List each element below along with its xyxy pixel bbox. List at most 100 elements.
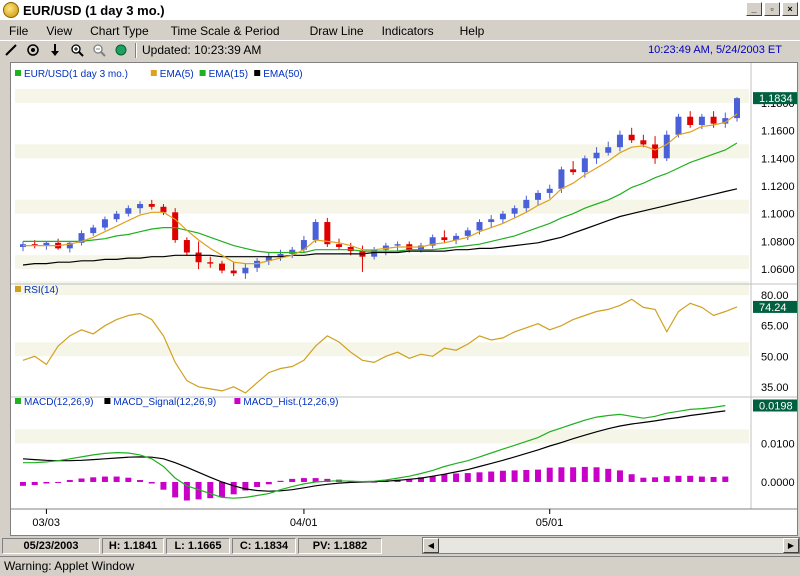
close-button[interactable]: × [782,2,798,16]
app-logo-icon [3,2,19,18]
candle-down [148,204,155,207]
candle-up [125,208,132,214]
zoom-out-icon[interactable] [88,42,110,59]
candle-up [581,158,588,173]
price-badge-label: 1.1834 [759,93,793,105]
candle-up [254,260,261,268]
zoom-in-icon[interactable] [66,42,88,59]
macd-hist-bar [628,474,635,482]
date-tick-label: 05/01 [536,517,564,529]
ema15-line [23,142,738,254]
candle-down [218,263,225,271]
candle-up [675,116,682,135]
price-legend-label: EUR/USD(1 day 3 mo.) [24,69,128,80]
macd-hist-bar [20,481,26,486]
chart-area[interactable]: 1.18001.16001.14001.12001.10001.08001.06… [10,62,798,536]
macd-hist-bar [640,477,647,482]
macd-badge-label: 0.0198 [759,400,793,412]
updated-time: Updated: 10:23:39 AM [142,43,262,57]
menu-indicators[interactable]: Indicators [373,24,443,38]
price-tick-label: 1.0600 [761,264,795,276]
candle-up [593,152,600,159]
menu-view[interactable]: View [37,24,81,38]
price-legend-label: EMA(50) [263,69,302,80]
price-legend-swatch [15,70,21,76]
macd-line [23,404,726,499]
candle-down [628,134,635,141]
macd-hist-bar [593,467,600,482]
minimize-button[interactable]: _ [746,2,762,16]
candle-down [207,262,214,264]
macd-hist-bar [441,474,448,482]
price-tick-label: 1.1400 [761,153,795,165]
macd-hist-bar [55,481,62,483]
menu-time-scale[interactable]: Time Scale & Period [162,24,289,38]
macd-hist-bar [687,475,694,482]
crosshair-icon[interactable] [22,42,44,59]
macd-hist-bar [254,481,261,487]
scroll-right-icon[interactable]: ▶ [783,538,799,553]
draw-line-icon[interactable] [0,42,22,59]
price-legend-label: EMA(5) [160,69,194,80]
rsi-tick-label: 65.00 [761,321,789,333]
macd-hist-bar [535,469,542,482]
candle-down [640,140,647,145]
macd-legend-label: MACD_Hist.(12,26,9) [243,397,338,408]
macd-hist-bar [675,475,682,482]
globe-icon[interactable] [110,42,132,59]
macd-hist-bar [289,478,296,482]
macd-hist-bar [277,480,284,482]
macd-legend-swatch [104,398,111,404]
horizontal-scrollbar[interactable]: ◀ ▶ [422,537,800,554]
price-legend-swatch [199,70,206,76]
toolbar-separator [135,42,137,58]
candle-down [195,252,202,263]
macd-hist-bar [511,470,518,482]
macd-hist-bar [101,476,108,482]
menu-help[interactable]: Help [451,24,494,38]
date-tick-label: 03/03 [32,517,60,529]
applet-window: EUR/USD (1 day 3 mo.) _ ▫ × File View Ch… [0,0,800,576]
macd-hist-bar [230,481,237,495]
macd-hist-bar [605,468,612,482]
candle-down [230,270,237,274]
macd-hist-bar [698,476,705,482]
price-tick-label: 1.0800 [761,236,795,248]
price-tick-label: 1.1200 [761,181,795,193]
candle-up [605,147,612,153]
price-legend-label: EMA(15) [209,69,248,80]
macd-hist-bar [453,473,460,482]
macd-hist-bar [160,481,167,490]
menu-draw-line[interactable]: Draw Line [301,24,373,38]
price-legend-swatch [254,70,261,76]
price-band [15,255,749,270]
macd-hist-bar [43,481,50,484]
maximize-button[interactable]: ▫ [764,2,780,16]
macd-hist-bar [300,478,307,482]
menu-chart-type[interactable]: Chart Type [81,24,157,38]
rsi-tick-label: 80.00 [761,290,789,302]
candle-down [336,244,343,247]
candle-down [652,144,659,159]
price-tick-label: 1.1000 [761,209,795,221]
macd-hist-bar [90,477,97,482]
macd-hist-bar [66,480,73,482]
macd-hist-bar [570,467,577,482]
scroll-left-icon[interactable]: ◀ [423,538,439,553]
price-band [15,88,749,103]
macd-legend-label: MACD_Signal(12,26,9) [113,397,216,408]
menu-file[interactable]: File [0,24,37,38]
applet-warning: Warning: Applet Window [0,556,800,576]
chart-svg[interactable]: 1.18001.16001.14001.12001.10001.08001.06… [11,63,797,535]
rsi-badge-label: 74.24 [759,302,787,314]
candle-up [90,227,97,234]
macd-hist-bar [464,473,471,482]
arrow-down-icon[interactable] [44,42,66,59]
macd-hist-bar [663,476,670,482]
current-datetime: 10:23:49 AM, 5/24/2003 ET [648,44,782,56]
candle-down [160,206,167,213]
macd-hist-bar [488,471,495,482]
macd-hist-bar [499,470,506,482]
rsi-tick-label: 35.00 [761,382,789,394]
candle-up [523,199,530,209]
